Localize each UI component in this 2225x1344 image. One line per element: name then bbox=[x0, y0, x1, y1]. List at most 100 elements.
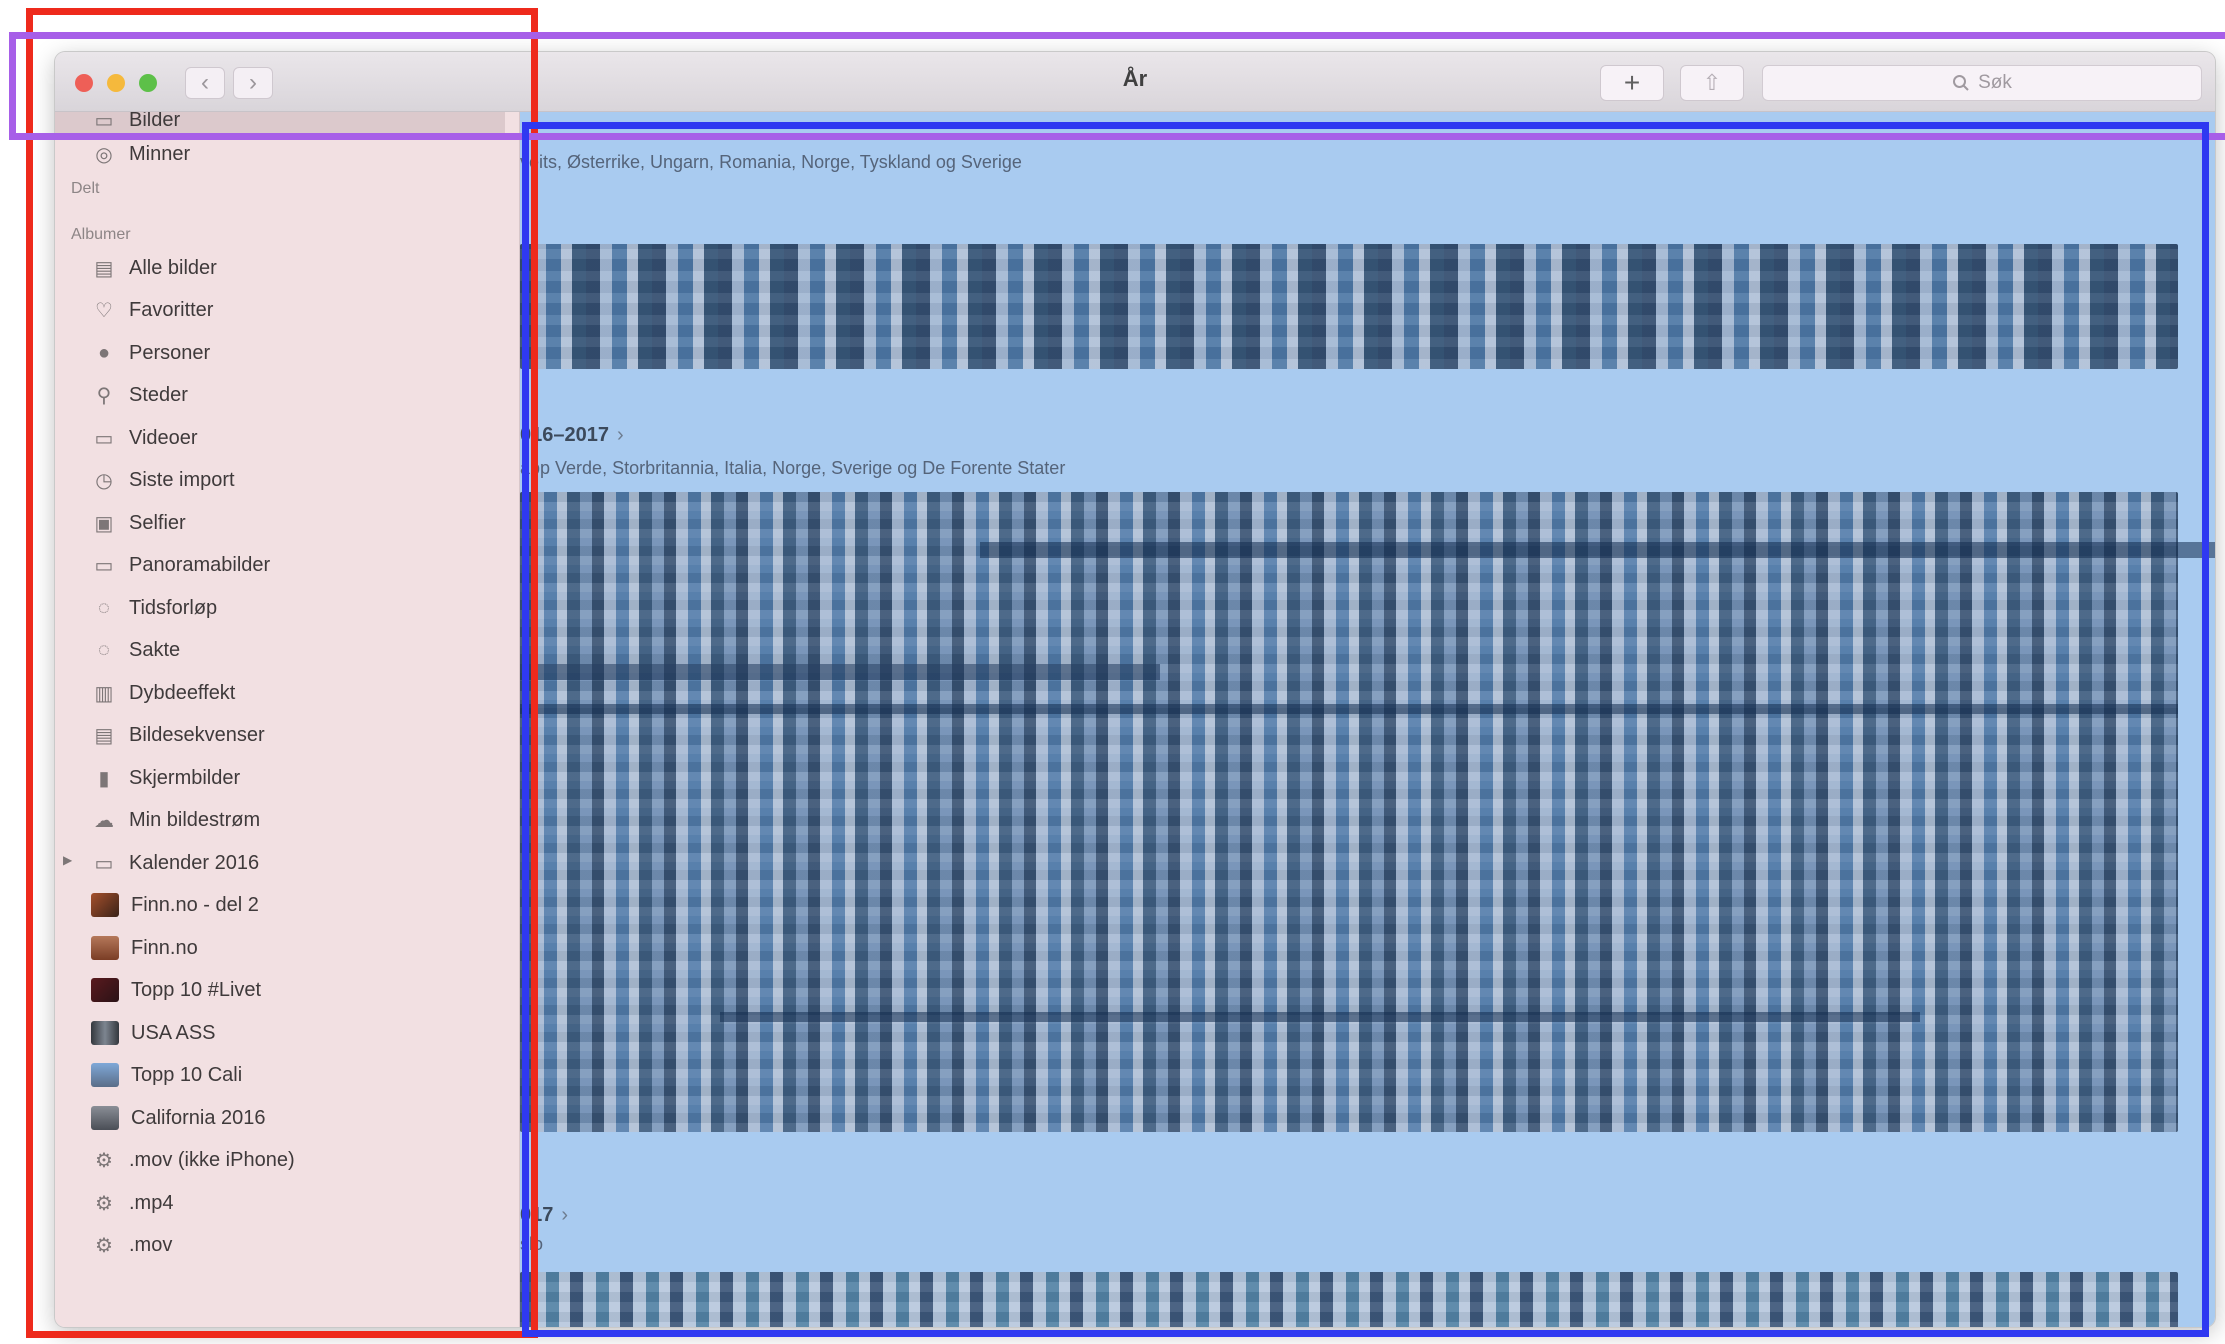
year-places: app Verde, Storbritannia, Italia, Norge,… bbox=[520, 458, 1066, 478]
sidebar-item-label: Tidsforløp bbox=[129, 596, 218, 619]
years-view[interactable]: veits, Østerrike, Ungarn, Romania, Norge… bbox=[520, 112, 2215, 1327]
sidebar: ▭ Bilder ◎ Minner Delt Albumer ▤ Alle bi… bbox=[55, 112, 520, 1327]
sidebar-item-label: .mov (ikke iPhone) bbox=[129, 1148, 295, 1171]
add-button[interactable]: + bbox=[1600, 65, 1664, 101]
sidebar-item-photo-stream[interactable]: ☁ Min bildestrøm bbox=[91, 800, 260, 840]
sidebar-item-label: Personer bbox=[129, 341, 211, 364]
sidebar-item-panoramas[interactable]: ▭ Panoramabilder bbox=[91, 545, 271, 585]
sidebar-item-finn-del-2[interactable]: Finn.no - del 2 bbox=[91, 885, 259, 925]
search-icon bbox=[1953, 75, 1969, 91]
sidebar-item-screenshots[interactable]: ▮ Skjermbilder bbox=[91, 758, 240, 798]
clock-icon: ◷ bbox=[95, 469, 113, 492]
sidebar-item-label: Bildesekvenser bbox=[129, 723, 265, 746]
album-thumb-icon bbox=[91, 936, 119, 960]
sidebar-item-california-2016[interactable]: California 2016 bbox=[91, 1098, 266, 1138]
selfie-icon: ▣ bbox=[94, 512, 114, 535]
sidebar-item-label: USA ASS bbox=[131, 1021, 216, 1044]
album-thumb-icon bbox=[91, 1106, 119, 1130]
sidebar-item-finn[interactable]: Finn.no bbox=[91, 928, 198, 968]
sidebar-item-people[interactable]: ● Personer bbox=[91, 333, 210, 373]
section-heading-albums: Albumer bbox=[71, 226, 131, 243]
album-thumb-icon bbox=[91, 978, 119, 1002]
sidebar-item-label: Sakte bbox=[129, 638, 181, 661]
chevron-right-icon: › bbox=[561, 1204, 569, 1226]
sidebar-item-label: Skjermbilder bbox=[129, 766, 241, 789]
sidebar-item-mov-not-iphone[interactable]: ⚙ .mov (ikke iPhone) bbox=[91, 1140, 295, 1180]
sidebar-item-selfies[interactable]: ▣ Selfier bbox=[91, 503, 186, 543]
sidebar-item-label: Finn.no bbox=[131, 936, 198, 959]
sidebar-item-depth-effect[interactable]: ▥ Dybdeeffekt bbox=[91, 673, 236, 713]
search-field[interactable]: Søk bbox=[1762, 65, 2202, 101]
sidebar-item-label: California 2016 bbox=[131, 1106, 266, 1129]
year-places: slo bbox=[520, 1234, 544, 1254]
photo-mosaic[interactable] bbox=[520, 492, 2215, 1132]
cloud-icon: ☁ bbox=[94, 809, 114, 832]
year-label: 017 bbox=[520, 1204, 554, 1226]
sidebar-item-videos[interactable]: ▭ Videoer bbox=[91, 418, 198, 458]
year-places: veits, Østerrike, Ungarn, Romania, Norge… bbox=[520, 152, 1022, 172]
person-icon: ● bbox=[97, 341, 111, 364]
album-thumb-icon bbox=[91, 893, 119, 917]
sidebar-item-label: Steder bbox=[129, 383, 188, 406]
sidebar-item-label: Bilder bbox=[129, 112, 181, 131]
all-photos-icon: ▤ bbox=[94, 257, 114, 280]
sidebar-item-topp-10-livet[interactable]: Topp 10 #Livet bbox=[91, 970, 261, 1010]
section-heading-shared: Delt bbox=[71, 180, 100, 197]
photo-mosaic[interactable] bbox=[520, 244, 2178, 369]
share-button[interactable]: ⇧ bbox=[1680, 65, 1744, 101]
folder-icon: ▭ bbox=[94, 852, 114, 875]
smart-album-gear-icon: ⚙ bbox=[95, 1192, 113, 1215]
heart-icon: ♡ bbox=[95, 299, 113, 322]
sidebar-item-favorites[interactable]: ♡ Favoritter bbox=[91, 290, 213, 330]
depth-icon: ▥ bbox=[94, 682, 114, 705]
sidebar-item-kalender-2016[interactable]: ▭ Kalender 2016 bbox=[91, 843, 260, 883]
sidebar-item-all-photos[interactable]: ▤ Alle bilder bbox=[91, 248, 217, 288]
screenshot-icon: ▮ bbox=[98, 767, 110, 790]
sidebar-item-topp-10-cali[interactable]: Topp 10 Cali bbox=[91, 1055, 242, 1095]
sidebar-item-bursts[interactable]: ▤ Bildesekvenser bbox=[91, 715, 265, 755]
sidebar-item-last-import[interactable]: ◷ Siste import bbox=[91, 460, 235, 500]
sidebar-item-mp4[interactable]: ⚙ .mp4 bbox=[91, 1183, 173, 1223]
sidebar-item-label: Selfier bbox=[129, 511, 186, 534]
sidebar-item-minner[interactable]: ◎ Minner bbox=[91, 134, 190, 174]
panorama-strip bbox=[980, 542, 2215, 558]
sidebar-item-label: Panoramabilder bbox=[129, 553, 271, 576]
sidebar-item-label: Favoritter bbox=[129, 298, 214, 321]
sidebar-item-timelapse[interactable]: ◌ Tidsforløp bbox=[91, 588, 217, 628]
sidebar-item-places[interactable]: ⚲ Steder bbox=[91, 375, 188, 415]
panorama-strip bbox=[520, 664, 1160, 680]
year-heading[interactable]: 016–2017 › bbox=[520, 424, 624, 447]
sidebar-item-label: Kalender 2016 bbox=[129, 851, 260, 874]
burst-icon: ▤ bbox=[94, 724, 114, 747]
search-placeholder: Søk bbox=[1978, 72, 2012, 93]
photos-window: ‹ › År + ⇧ Søk ▭ Bilder ◎ Minner Delt Al… bbox=[55, 52, 2215, 1327]
sidebar-item-label: Min bildestrøm bbox=[129, 808, 261, 831]
photos-icon: ▭ bbox=[94, 112, 114, 132]
sidebar-item-usa-ass[interactable]: USA ASS bbox=[91, 1013, 216, 1053]
year-heading[interactable]: 017 › bbox=[520, 1204, 568, 1227]
sidebar-item-mov[interactable]: ⚙ .mov bbox=[91, 1225, 172, 1265]
sidebar-item-label: Topp 10 Cali bbox=[131, 1063, 243, 1086]
panorama-strip bbox=[520, 704, 2178, 714]
sidebar-item-slomo[interactable]: ◌ Sakte bbox=[91, 630, 180, 670]
chevron-right-icon: › bbox=[616, 424, 624, 446]
smart-album-gear-icon: ⚙ bbox=[95, 1234, 113, 1257]
year-label: 016–2017 bbox=[520, 424, 609, 446]
video-icon: ▭ bbox=[94, 427, 114, 450]
album-thumb-icon bbox=[91, 1063, 119, 1087]
sidebar-item-label: Finn.no - del 2 bbox=[131, 893, 259, 916]
sidebar-item-label: Siste import bbox=[129, 468, 235, 491]
share-icon: ⇧ bbox=[1702, 70, 1722, 95]
sidebar-item-label: .mp4 bbox=[129, 1191, 174, 1214]
toolbar: ‹ › År + ⇧ Søk bbox=[55, 52, 2215, 112]
album-thumb-icon bbox=[91, 1021, 119, 1045]
pin-icon: ⚲ bbox=[96, 384, 112, 407]
disclosure-triangle-icon[interactable]: ▶ bbox=[63, 853, 72, 867]
sidebar-item-label: Dybdeeffekt bbox=[129, 681, 236, 704]
sidebar-item-label: Topp 10 #Livet bbox=[131, 978, 262, 1001]
sidebar-item-label: Videoer bbox=[129, 426, 198, 449]
memories-icon: ◎ bbox=[95, 143, 113, 166]
photo-mosaic[interactable] bbox=[520, 1272, 2178, 1327]
slomo-icon: ◌ bbox=[98, 638, 110, 661]
panorama-icon: ▭ bbox=[94, 554, 114, 577]
